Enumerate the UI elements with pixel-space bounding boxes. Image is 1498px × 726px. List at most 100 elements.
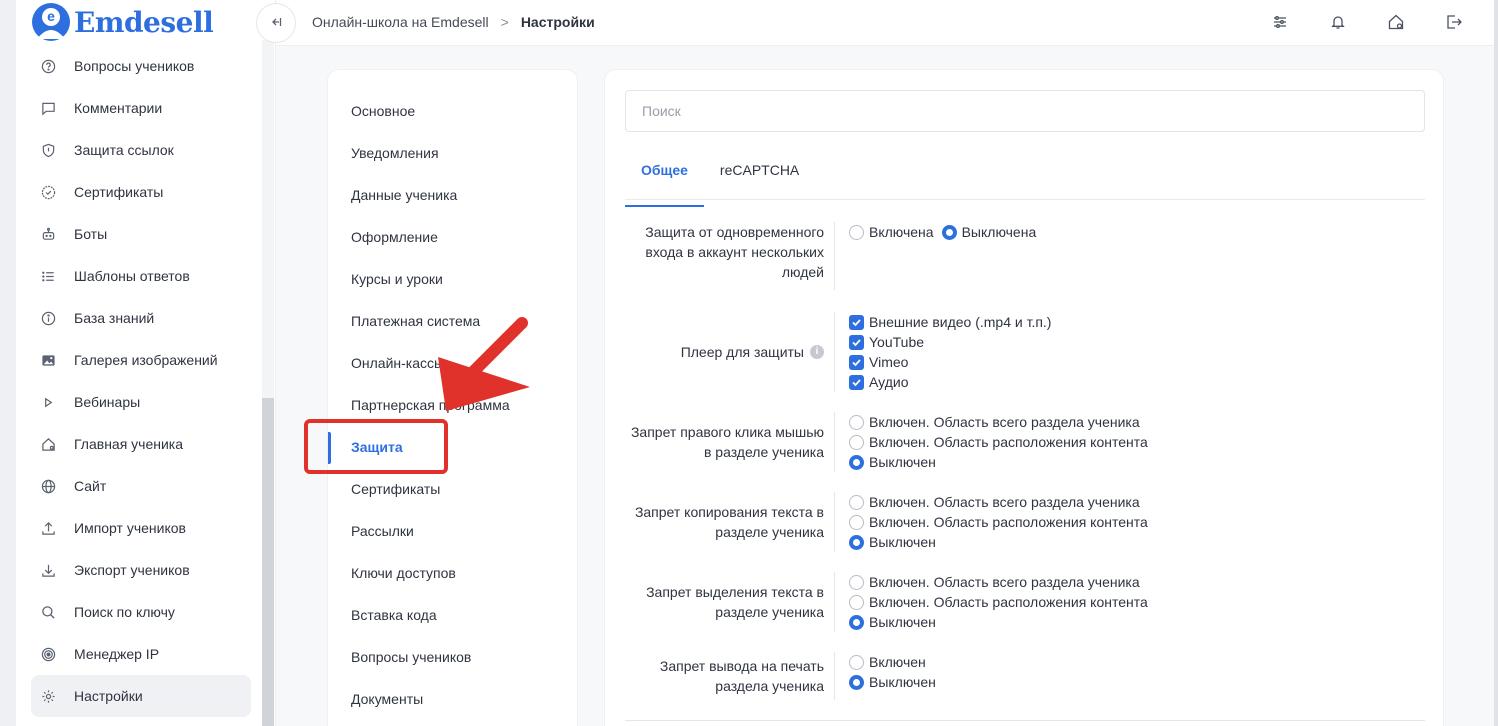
radio-option-on[interactable]: Включен xyxy=(849,652,936,672)
settings-menu-student-questions[interactable]: Вопросы учеников xyxy=(328,636,577,678)
breadcrumb-current: Настройки xyxy=(520,14,595,30)
radio-option-content-area[interactable]: Включен. Область расположения контента xyxy=(849,432,1148,452)
settings-menu-certificates[interactable]: Сертификаты xyxy=(328,468,577,510)
checkbox-option-audio[interactable]: Аудио xyxy=(849,372,1051,392)
sidebar-item-student-home[interactable]: Главная ученика xyxy=(31,423,251,465)
sidebar-item-knowledge-base[interactable]: База знаний xyxy=(31,297,251,339)
radio-button[interactable] xyxy=(849,614,864,630)
settings-tabs: Общее reCAPTCHA xyxy=(625,148,1425,207)
sidebar-item-label: Комментарии xyxy=(74,100,163,116)
sidebar-item-key-search[interactable]: Поиск по ключу xyxy=(31,591,251,633)
question-circle-icon xyxy=(39,57,57,75)
radio-option-disabled[interactable]: Выключена xyxy=(941,222,1036,242)
sidebar-item-label: Сайт xyxy=(74,478,107,494)
checkbox-checked[interactable] xyxy=(849,334,864,350)
radio-button[interactable] xyxy=(941,224,957,240)
radio-button[interactable] xyxy=(849,434,864,450)
radio-label: Включен. Область всего раздела ученика xyxy=(869,414,1140,430)
radio-label: Включен. Область всего раздела ученика xyxy=(869,494,1140,510)
sidebar-item-image-gallery[interactable]: Галерея изображений xyxy=(31,339,251,381)
sidebar-item-import-students[interactable]: Импорт учеников xyxy=(31,507,251,549)
logo-text: Emdesell xyxy=(74,5,214,39)
target-icon xyxy=(39,645,57,663)
checkbox-option-external-video[interactable]: Внешние видео (.mp4 и т.п.) xyxy=(849,312,1051,332)
checkbox-option-youtube[interactable]: YouTube xyxy=(849,332,1051,352)
sidebar-item-ip-manager[interactable]: Менеджер IP xyxy=(31,633,251,675)
setting-label-text: Запрет вывода на печать раздела ученика xyxy=(659,658,824,694)
checkbox-label: Аудио xyxy=(869,374,909,390)
sidebar-item-label: Вопросы учеников xyxy=(74,58,195,74)
radio-option-whole-section[interactable]: Включен. Область всего раздела ученика xyxy=(849,492,1148,512)
radio-option-off[interactable]: Выключен xyxy=(849,532,1148,552)
radio-option-content-area[interactable]: Включен. Область расположения контента xyxy=(849,592,1148,612)
sidebar-item-label: Галерея изображений xyxy=(74,352,218,368)
section-divider xyxy=(625,720,1425,721)
home-settings-icon[interactable] xyxy=(1386,12,1406,32)
sidebar: e Emdesell Вопросы учеников Комментарии … xyxy=(16,0,276,726)
download-icon xyxy=(39,561,57,579)
radio-button[interactable] xyxy=(849,414,864,430)
settings-menu-appearance[interactable]: Оформление xyxy=(328,216,577,258)
radio-option-whole-section[interactable]: Включен. Область всего раздела ученика xyxy=(849,412,1148,432)
settings-menu-code-insert[interactable]: Вставка кода xyxy=(328,594,577,636)
settings-menu-access-keys[interactable]: Ключи доступов xyxy=(328,552,577,594)
brand-logo[interactable]: e Emdesell xyxy=(32,2,214,42)
radio-option-enabled[interactable]: Включена xyxy=(849,222,934,242)
search-icon xyxy=(39,603,57,621)
sidebar-item-questions[interactable]: Вопросы учеников xyxy=(31,45,251,87)
info-icon[interactable]: i xyxy=(810,345,824,359)
radio-option-off[interactable]: Выключен xyxy=(849,612,1148,632)
sidebar-item-export-students[interactable]: Экспорт учеников xyxy=(31,549,251,591)
checkbox-checked[interactable] xyxy=(849,374,864,390)
tab-general[interactable]: Общее xyxy=(625,148,704,207)
settings-menu-basic[interactable]: Основное xyxy=(328,90,577,132)
sidebar-item-webinars[interactable]: Вебинары xyxy=(31,381,251,423)
settings-menu-student-data[interactable]: Данные ученика xyxy=(328,174,577,216)
settings-menu-documents[interactable]: Документы xyxy=(328,678,577,720)
sidebar-item-label: Сертификаты xyxy=(74,184,164,200)
bell-icon[interactable] xyxy=(1328,12,1348,32)
settings-menu-mailings[interactable]: Рассылки xyxy=(328,510,577,552)
settings-menu-courses[interactable]: Курсы и уроки xyxy=(328,258,577,300)
window-scrollbar[interactable] xyxy=(1494,0,1498,726)
sidebar-item-certificates[interactable]: Сертификаты xyxy=(31,171,251,213)
sidebar-item-answer-templates[interactable]: Шаблоны ответов xyxy=(31,255,251,297)
radio-button[interactable] xyxy=(849,594,864,610)
sliders-icon[interactable] xyxy=(1270,12,1290,32)
radio-label: Выключен xyxy=(869,534,936,550)
checkbox-checked[interactable] xyxy=(849,354,864,370)
radio-label: Включен xyxy=(869,654,926,670)
radio-button[interactable] xyxy=(849,654,864,670)
radio-button[interactable] xyxy=(849,454,864,470)
radio-option-content-area[interactable]: Включен. Область расположения контента xyxy=(849,512,1148,532)
radio-button[interactable] xyxy=(849,514,864,530)
setting-label: Запрет вывода на печать раздела ученика xyxy=(625,652,835,700)
sidebar-item-comments[interactable]: Комментарии xyxy=(31,87,251,129)
settings-menu-notifications[interactable]: Уведомления xyxy=(328,132,577,174)
setting-label-text: Плеер для защиты xyxy=(680,344,804,360)
logout-icon[interactable] xyxy=(1444,12,1464,32)
radio-button[interactable] xyxy=(849,674,864,690)
radio-option-whole-section[interactable]: Включен. Область всего раздела ученика xyxy=(849,572,1148,592)
radio-button[interactable] xyxy=(849,574,864,590)
radio-button[interactable] xyxy=(849,494,864,510)
radio-option-off[interactable]: Выключен xyxy=(849,452,1148,472)
radio-button[interactable] xyxy=(849,224,864,240)
sidebar-item-settings[interactable]: Настройки xyxy=(31,675,251,717)
sidebar-item-site[interactable]: Сайт xyxy=(31,465,251,507)
sidebar-item-bots[interactable]: Боты xyxy=(31,213,251,255)
tab-recaptcha[interactable]: reCAPTCHA xyxy=(704,148,815,199)
setting-label-text: Запрет копирования текста в разделе учен… xyxy=(634,504,824,540)
setting-row-player-protection: Плеер для защиты i Внешние видео (.mp4 и … xyxy=(625,312,1425,392)
checkbox-checked[interactable] xyxy=(849,314,864,330)
sidebar-item-link-protection[interactable]: Защита ссылок xyxy=(31,129,251,171)
radio-option-off[interactable]: Выключен xyxy=(849,672,936,692)
checkbox-option-vimeo[interactable]: Vimeo xyxy=(849,352,1051,372)
sidebar-scrollbar-thumb[interactable] xyxy=(262,398,274,726)
topbar: Онлайн-школа на Emdesell > Настройки xyxy=(256,0,1494,46)
settings-search-input[interactable] xyxy=(625,90,1425,132)
breadcrumb: Онлайн-школа на Emdesell > Настройки xyxy=(312,14,595,30)
collapse-sidebar-button[interactable] xyxy=(256,3,296,43)
radio-button[interactable] xyxy=(849,534,864,550)
breadcrumb-school-link[interactable]: Онлайн-школа на Emdesell xyxy=(312,14,489,30)
